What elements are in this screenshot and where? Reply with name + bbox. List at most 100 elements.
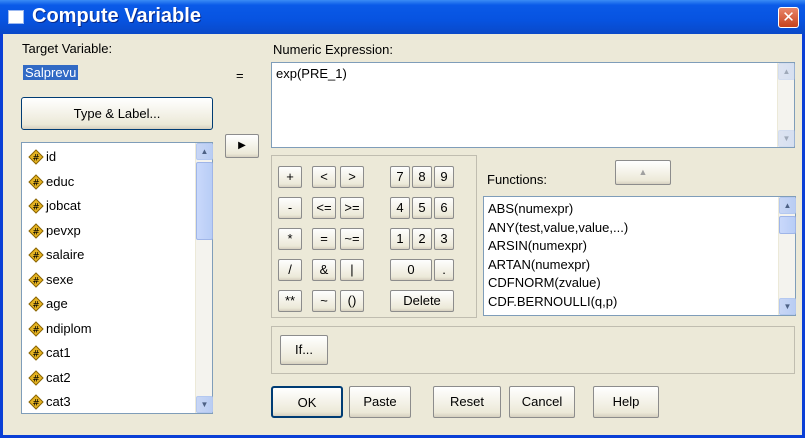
expression-scroll-down-arrow[interactable]: ▼: [778, 130, 795, 147]
if-panel: If...: [271, 326, 795, 374]
svg-text:#: #: [32, 374, 40, 384]
svg-text:#: #: [32, 154, 40, 164]
key-9[interactable]: 9: [434, 166, 454, 188]
svg-text:#: #: [32, 276, 40, 286]
if-button[interactable]: If...: [280, 335, 328, 365]
key-7[interactable]: 7: [390, 166, 410, 188]
key-6[interactable]: 6: [434, 197, 454, 219]
svg-text:#: #: [32, 350, 40, 360]
variable-name: sexe: [46, 271, 74, 287]
key-and[interactable]: &: [312, 259, 336, 281]
svg-text:#: #: [32, 301, 40, 311]
scale-variable-icon: #: [28, 320, 44, 337]
numeric-expression-value: exp(PRE_1): [276, 66, 347, 81]
key-5[interactable]: 5: [412, 197, 432, 219]
variable-name: id: [46, 149, 57, 164]
key-delete[interactable]: Delete: [390, 290, 454, 312]
key-1[interactable]: 1: [390, 228, 410, 250]
expression-scroll-up-arrow[interactable]: ▲: [778, 63, 795, 80]
target-variable-input[interactable]: Salprevu: [21, 62, 213, 88]
numeric-expression-textarea[interactable]: exp(PRE_1) ▲ ▼: [271, 62, 795, 148]
key-2[interactable]: 2: [412, 228, 432, 250]
key-parentheses[interactable]: (): [340, 290, 364, 312]
function-item[interactable]: CDF.BERNOULLI(q,p): [488, 294, 617, 309]
scale-variable-icon: #: [28, 149, 44, 165]
variables-scrollbar[interactable]: ▲ ▼: [195, 143, 213, 413]
functions-label: Functions:: [487, 172, 547, 187]
svg-text:#: #: [32, 203, 40, 213]
key-less-equal[interactable]: <=: [312, 197, 336, 219]
functions-scrollbar[interactable]: ▲ ▼: [778, 197, 796, 315]
dialog-title: Compute Variable: [32, 5, 201, 27]
svg-text:#: #: [32, 252, 40, 262]
scale-variable-icon: #: [28, 271, 44, 288]
key-or[interactable]: |: [340, 259, 364, 281]
variables-scroll-up-arrow[interactable]: ▲: [196, 143, 213, 160]
key-divide[interactable]: /: [278, 259, 302, 281]
variables-scroll-down-arrow[interactable]: ▼: [196, 396, 213, 413]
function-item[interactable]: ANY(test,value,value,...): [488, 220, 628, 235]
svg-text:#: #: [32, 227, 40, 237]
scale-variable-icon: #: [28, 173, 44, 190]
paste-function-up-button[interactable]: ▲: [615, 160, 671, 185]
paste-button[interactable]: Paste: [349, 386, 411, 418]
title-bar[interactable]: Compute Variable ✕: [0, 0, 805, 34]
key-4[interactable]: 4: [390, 197, 410, 219]
ok-button[interactable]: OK: [271, 386, 343, 418]
key-equal[interactable]: =: [312, 228, 336, 250]
function-item[interactable]: ARSIN(numexpr): [488, 238, 587, 253]
help-button[interactable]: Help: [593, 386, 659, 418]
key-greater-equal[interactable]: >=: [340, 197, 364, 219]
reset-button[interactable]: Reset: [433, 386, 501, 418]
close-button[interactable]: ✕: [778, 7, 799, 28]
function-item[interactable]: CDFNORM(zvalue): [488, 275, 601, 290]
compute-variable-dialog: Compute Variable ✕ Target Variable: Salp…: [0, 0, 805, 438]
key-power[interactable]: **: [278, 290, 302, 312]
variables-list[interactable]: # id # educ # jobcat # pevxp # salaire # sexe # age # n…: [21, 142, 213, 414]
key-decimal-point[interactable]: .: [434, 259, 454, 281]
equals-sign: =: [236, 68, 244, 83]
variable-name: jobcat: [46, 198, 81, 213]
calculator-keypad: + < > 7 8 9 - <= >= 4 5 6 * = ~= 1 2 3 /…: [271, 155, 477, 318]
scale-variable-icon: #: [28, 345, 44, 361]
svg-text:#: #: [32, 325, 40, 335]
variable-name: cat1: [46, 345, 71, 360]
variable-name: age: [46, 296, 68, 311]
variable-name: cat3: [46, 394, 71, 409]
numeric-expression-label: Numeric Expression:: [273, 42, 393, 57]
target-variable-value: Salprevu: [23, 65, 79, 80]
type-label-button[interactable]: Type & Label...: [21, 97, 213, 130]
variable-name: cat2: [46, 369, 71, 385]
key-3[interactable]: 3: [434, 228, 454, 250]
key-8[interactable]: 8: [412, 166, 432, 188]
key-not-equal[interactable]: ~=: [340, 228, 364, 250]
cancel-button[interactable]: Cancel: [509, 386, 575, 418]
scale-variable-icon: #: [28, 369, 44, 386]
dialog-icon: [8, 10, 24, 24]
variables-scroll-thumb[interactable]: [196, 162, 213, 240]
key-0[interactable]: 0: [390, 259, 432, 281]
key-plus[interactable]: +: [278, 166, 302, 188]
move-to-expression-button[interactable]: ▶: [225, 134, 259, 158]
scale-variable-icon: #: [28, 247, 44, 263]
key-less-than[interactable]: <: [312, 166, 336, 188]
variable-name: ndiplom: [46, 320, 92, 336]
function-item[interactable]: ARTAN(numexpr): [488, 257, 590, 272]
key-greater-than[interactable]: >: [340, 166, 364, 188]
functions-list[interactable]: ABS(numexpr) ANY(test,value,value,...) ARS…: [483, 196, 796, 316]
scale-variable-icon: #: [28, 394, 44, 410]
scale-variable-icon: #: [28, 296, 44, 312]
function-item[interactable]: ABS(numexpr): [488, 201, 573, 216]
functions-scroll-thumb[interactable]: [779, 216, 796, 234]
expression-scrollbar[interactable]: ▲ ▼: [777, 63, 795, 147]
key-minus[interactable]: -: [278, 197, 302, 219]
variable-name: educ: [46, 173, 75, 189]
functions-scroll-up-arrow[interactable]: ▲: [779, 197, 796, 214]
key-not[interactable]: ~: [312, 290, 336, 312]
scale-variable-icon: #: [28, 222, 44, 239]
key-multiply[interactable]: *: [278, 228, 302, 250]
svg-text:#: #: [32, 178, 40, 188]
functions-scroll-down-arrow[interactable]: ▼: [779, 298, 796, 315]
svg-text:#: #: [32, 399, 40, 409]
variable-name: pevxp: [46, 222, 81, 238]
